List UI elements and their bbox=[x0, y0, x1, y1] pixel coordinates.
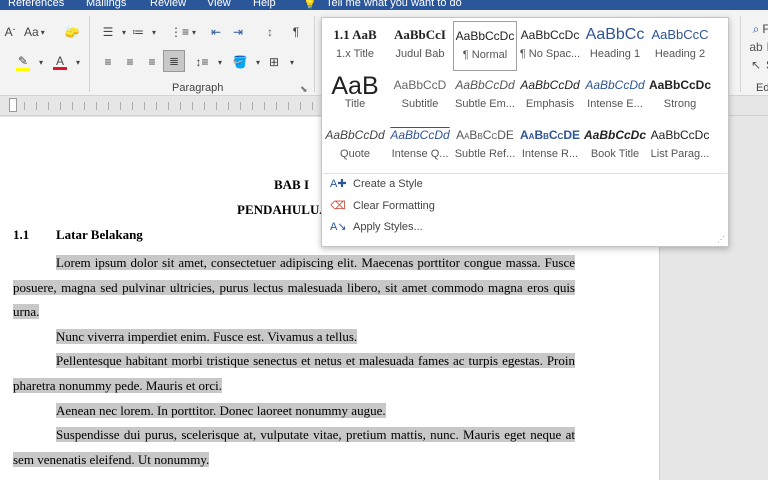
line-spacing-dropdown-icon[interactable]: ▾ bbox=[212, 53, 228, 71]
numbering-icon[interactable]: ≔ bbox=[130, 23, 146, 41]
style-heading-2[interactable]: AaBbCcC Heading 2 bbox=[648, 21, 712, 71]
sort-icon[interactable]: ↕ bbox=[262, 23, 278, 41]
body-paragraph: Pellentesque habitant morbi tristique se… bbox=[13, 353, 575, 393]
style-subtle-emphasis[interactable]: AaBbCcDd Subtle Em... bbox=[453, 71, 517, 121]
shrink-font-button[interactable]: Aˇ bbox=[2, 23, 18, 41]
style-1x-title[interactable]: 1.1 AaB 1.x Title bbox=[323, 21, 387, 71]
section-title: Latar Belakang bbox=[56, 227, 143, 242]
create-style-menu-item[interactable]: A✚ Create a Style bbox=[330, 177, 423, 191]
section-number: 1.1 bbox=[13, 227, 30, 242]
replace-label[interactable]: R bbox=[763, 38, 768, 56]
style-subtle-reference[interactable]: AaBbCcDE Subtle Ref... bbox=[453, 121, 517, 171]
body-paragraph: Lorem ipsum dolor sit amet, consectetuer… bbox=[13, 255, 575, 320]
style-intense-quote[interactable]: AaBbCcDd Intense Q... bbox=[388, 121, 452, 171]
style-heading-1[interactable]: AaBbCc Heading 1 bbox=[583, 21, 647, 71]
style-title[interactable]: AaB Title bbox=[323, 71, 387, 121]
paragraph-dialog-launcher-icon[interactable]: ⬊ bbox=[300, 84, 308, 95]
tab-help[interactable]: Help bbox=[253, 0, 276, 9]
align-left-icon[interactable]: ≡ bbox=[100, 53, 116, 71]
style-book-title[interactable]: AaBbCcDc Book Title bbox=[583, 121, 647, 171]
clear-formatting-icon[interactable]: 🧽 bbox=[64, 23, 80, 41]
select-label[interactable]: S bbox=[762, 56, 768, 74]
style-no-spacing[interactable]: AaBbCcDc ¶ No Spac... bbox=[518, 21, 582, 71]
tab-references[interactable]: References bbox=[8, 0, 64, 9]
style-list-paragraph[interactable]: AaBbCcDc List Parag... bbox=[648, 121, 712, 171]
indent-marker-icon[interactable] bbox=[9, 98, 17, 112]
styles-gallery-dropdown: 1.1 AaB 1.x Title AaBbCcI Judul Bab AaBb… bbox=[321, 17, 729, 247]
shading-icon[interactable]: 🪣 bbox=[232, 53, 248, 71]
justify-icon[interactable]: ≣ bbox=[163, 50, 185, 72]
style-judul-bab[interactable]: AaBbCcI Judul Bab bbox=[388, 21, 452, 71]
align-center-icon[interactable]: ≡ bbox=[122, 53, 138, 71]
find-label[interactable]: F bbox=[758, 20, 768, 38]
font-color-icon: A bbox=[55, 53, 64, 68]
font-color-swatch bbox=[53, 66, 67, 70]
replace-icon[interactable]: ab bbox=[748, 38, 764, 56]
chapter-heading: BAB I bbox=[274, 177, 310, 192]
change-case-button[interactable]: Aa ▾ bbox=[24, 23, 45, 41]
font-color-button[interactable]: A bbox=[52, 53, 68, 71]
multilevel-dropdown-icon[interactable]: ▾ bbox=[186, 23, 202, 41]
decrease-indent-icon[interactable]: ⇤ bbox=[208, 23, 224, 41]
body-paragraph: Suspendisse dui purus, scelerisque at, v… bbox=[13, 427, 575, 467]
resize-grip-icon[interactable]: ⋰ bbox=[717, 235, 725, 244]
bullets-icon[interactable]: ☰ bbox=[100, 23, 116, 41]
style-normal[interactable]: AaBbCcDc ¶ Normal bbox=[453, 21, 517, 71]
increase-indent-icon[interactable]: ⇥ bbox=[230, 23, 246, 41]
style-strong[interactable]: AaBbCcDc Strong bbox=[648, 71, 712, 121]
style-subtitle[interactable]: AaBbCcD Subtitle bbox=[388, 71, 452, 121]
line-spacing-icon[interactable]: ↕≡ bbox=[194, 53, 210, 71]
apply-styles-menu-item[interactable]: A↘ Apply Styles... bbox=[330, 220, 423, 234]
clear-formatting-menu-item[interactable]: ⌫ Clear Formatting bbox=[330, 199, 435, 213]
body-paragraph: Nunc viverra imperdiet enim. Fusce est. … bbox=[56, 329, 358, 344]
text-highlight-button[interactable]: ✎ bbox=[15, 53, 31, 71]
style-quote[interactable]: AaBbCcDd Quote bbox=[323, 121, 387, 171]
font-color-dropdown-icon[interactable]: ▾ bbox=[70, 53, 86, 71]
style-intense-reference[interactable]: AaBbCcDE Intense R... bbox=[518, 121, 582, 171]
editing-group-label: Ed bbox=[756, 82, 768, 94]
tell-me-search[interactable]: Tell me what you want to do bbox=[326, 0, 462, 9]
style-intense-emphasis[interactable]: AaBbCcDd Intense E... bbox=[583, 71, 647, 121]
numbering-dropdown-icon[interactable]: ▾ bbox=[146, 23, 162, 41]
tab-view[interactable]: View bbox=[207, 0, 231, 9]
borders-icon[interactable]: ⊞ bbox=[266, 53, 282, 71]
ribbon-tab-bar: References Mailings Review View Help 💡 T… bbox=[0, 0, 768, 10]
align-right-icon[interactable]: ≡ bbox=[144, 53, 160, 71]
highlighter-icon: ✎ bbox=[17, 53, 29, 68]
show-formatting-icon[interactable]: ¶ bbox=[288, 23, 304, 41]
tab-mailings[interactable]: Mailings bbox=[86, 0, 126, 9]
eraser-icon: ⌫ bbox=[330, 200, 346, 212]
create-style-icon: A✚ bbox=[330, 178, 347, 190]
body-paragraph: Aenean nec lorem. In porttitor. Donec la… bbox=[56, 403, 386, 418]
tab-review[interactable]: Review bbox=[150, 0, 186, 9]
chapter-title: PENDAHULUAN bbox=[237, 202, 321, 217]
apply-styles-icon: A↘ bbox=[330, 221, 347, 233]
style-emphasis[interactable]: AaBbCcDd Emphasis bbox=[518, 71, 582, 121]
highlight-color-swatch bbox=[16, 67, 30, 71]
borders-dropdown-icon[interactable]: ▾ bbox=[284, 53, 300, 71]
lightbulb-icon: 💡 bbox=[303, 0, 317, 10]
shading-dropdown-icon[interactable]: ▾ bbox=[250, 53, 266, 71]
paragraph-group-label: Paragraph bbox=[172, 82, 224, 94]
highlight-dropdown-icon[interactable]: ▾ bbox=[33, 53, 49, 71]
